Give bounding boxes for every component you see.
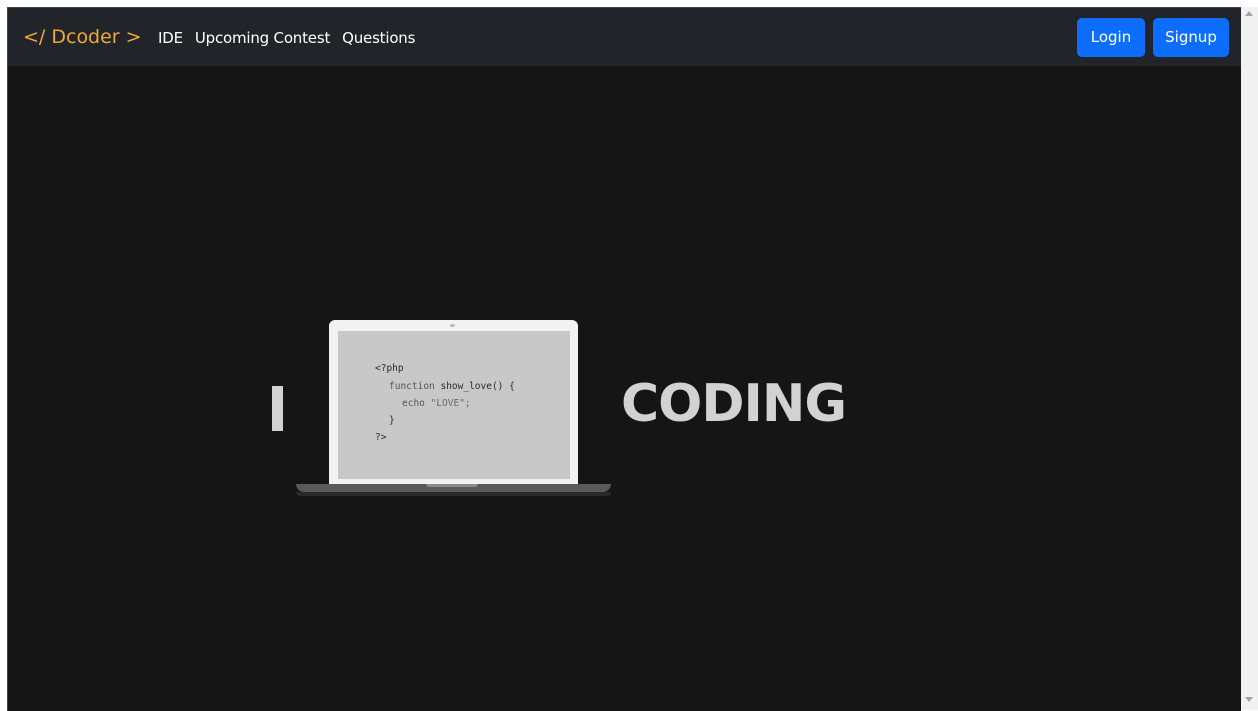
vertical-scrollbar[interactable] [1241, 7, 1258, 710]
nav-link-questions[interactable]: Questions [342, 28, 415, 48]
laptop-notch [426, 484, 478, 487]
nav-links: IDE Upcoming Contest Questions [158, 28, 427, 48]
brand-logo[interactable]: </ Dcoder > [23, 25, 142, 49]
code-function-name: show_love() { [440, 381, 515, 392]
laptop-camera [450, 324, 455, 327]
signup-button[interactable]: Signup [1153, 18, 1229, 57]
code-line-4: } [389, 415, 395, 426]
laptop-base [296, 484, 611, 492]
hero-coding-word: CODING [621, 374, 847, 434]
code-line-5: ?> [375, 432, 387, 443]
laptop-shadow [296, 492, 611, 496]
code-line-2: function show_love() { [389, 381, 515, 392]
laptop-screen: <?php function show_love() { echo "LOVE"… [338, 331, 570, 479]
login-button[interactable]: Login [1077, 18, 1145, 57]
scroll-thumb[interactable] [1244, 22, 1255, 692]
scroll-down-arrow-icon[interactable] [1245, 697, 1253, 702]
navbar: </ Dcoder > IDE Upcoming Contest Questio… [8, 8, 1241, 66]
laptop-illustration: <?php function show_love() { echo "LOVE"… [329, 320, 578, 484]
code-line-1: <?php [375, 363, 404, 374]
hero-letter-i [272, 386, 283, 431]
nav-link-ide[interactable]: IDE [158, 28, 183, 48]
scroll-up-arrow-icon[interactable] [1245, 11, 1253, 16]
code-keyword: function [389, 381, 441, 392]
code-string: "LOVE"; [430, 398, 471, 409]
code-echo: echo [402, 398, 431, 409]
code-line-3: echo "LOVE"; [402, 398, 471, 409]
nav-link-upcoming-contest[interactable]: Upcoming Contest [195, 28, 330, 48]
page-viewport: </ Dcoder > IDE Upcoming Contest Questio… [7, 7, 1241, 711]
